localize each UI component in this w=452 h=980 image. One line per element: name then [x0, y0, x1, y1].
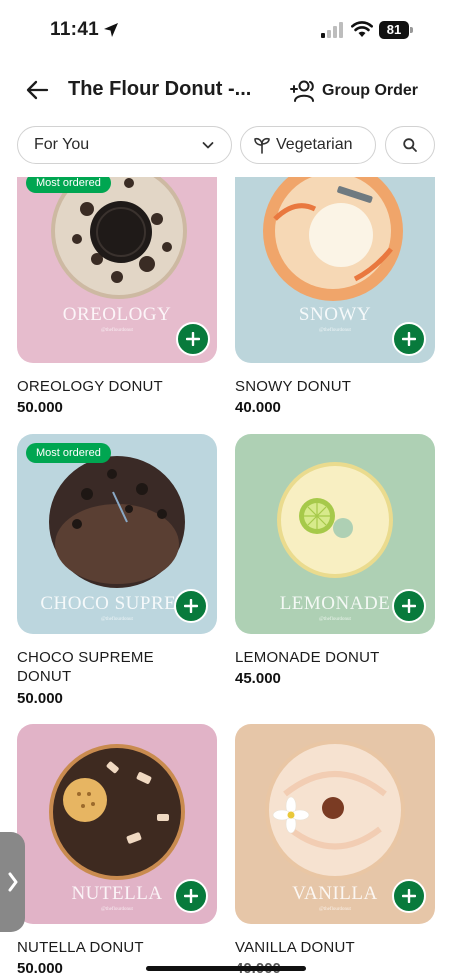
product-name: VANILLA DONUT — [235, 939, 355, 956]
add-to-cart-button[interactable] — [392, 589, 426, 623]
for-you-label: For You — [34, 136, 90, 153]
battery-level: 81 — [379, 21, 409, 39]
wifi-icon — [351, 21, 373, 37]
product-price: 40.000 — [235, 399, 281, 416]
search-button[interactable] — [385, 126, 435, 164]
chevron-down-icon — [202, 142, 214, 149]
product-card[interactable]: OREOLOGY @theflourdonut Most ordered ORE… — [17, 177, 217, 422]
product-price: 50.000 — [17, 690, 63, 707]
product-card[interactable]: VANILLA @theflourdonut VANILLA DONUT 40.… — [235, 724, 435, 980]
status-time: 11:41 — [50, 19, 100, 40]
battery-icon: 81 — [379, 21, 413, 39]
add-to-cart-button[interactable] — [392, 322, 426, 356]
header: The Flour Donut -... Group Order — [0, 66, 452, 116]
group-order-button[interactable]: Group Order — [290, 77, 418, 105]
plus-icon — [186, 332, 200, 346]
plus-icon — [184, 889, 198, 903]
product-name: NUTELLA DONUT — [17, 939, 144, 956]
product-name: LEMONADE DONUT — [235, 649, 380, 666]
add-to-cart-button[interactable] — [174, 589, 208, 623]
product-name: CHOCO SUPREME DONUT — [17, 649, 154, 685]
product-grid: OREOLOGY @theflourdonut Most ordered ORE… — [0, 177, 452, 980]
side-panel-handle[interactable] — [0, 832, 25, 932]
plus-icon — [402, 889, 416, 903]
vegetarian-label: Vegetarian — [276, 136, 353, 153]
most-ordered-badge: Most ordered — [26, 177, 111, 193]
battery-cap — [410, 27, 413, 33]
plus-icon — [184, 599, 198, 613]
product-card[interactable]: SNOWY @theflourdonut SNOWY DONUT 40.000 — [235, 177, 435, 422]
product-name: OREOLOGY DONUT — [17, 378, 163, 395]
sprout-icon — [254, 137, 270, 154]
page-title: The Flour Donut -... — [68, 78, 252, 100]
home-indicator[interactable] — [146, 966, 306, 971]
product-price: 50.000 — [17, 399, 63, 416]
most-ordered-badge: Most ordered — [26, 443, 111, 463]
group-order-label: Group Order — [322, 82, 419, 99]
back-arrow-icon[interactable] — [24, 76, 52, 104]
product-card[interactable]: LEMONADE @theflourdonut LEMONADE DONUT 4… — [235, 434, 435, 689]
group-add-icon — [290, 80, 314, 102]
vegetarian-filter[interactable]: Vegetarian — [240, 126, 376, 164]
product-price: 50.000 — [17, 960, 63, 977]
plus-icon — [402, 332, 416, 346]
search-icon — [403, 138, 417, 152]
chevron-right-icon — [8, 872, 17, 892]
for-you-dropdown[interactable]: For You — [17, 126, 232, 164]
product-card[interactable]: CHOCO SUPREM @theflourdonut Most ordered… — [17, 434, 217, 709]
location-arrow-icon — [104, 23, 118, 37]
product-name: SNOWY DONUT — [235, 378, 352, 395]
filter-bar: For You Vegetarian — [0, 126, 452, 166]
product-card[interactable]: NUTELLA @theflourdonut NUTELLA DONUT 50.… — [17, 724, 217, 980]
add-to-cart-button[interactable] — [176, 322, 210, 356]
product-price: 45.000 — [235, 670, 281, 687]
plus-icon — [402, 599, 416, 613]
status-bar: 11:41 81 — [0, 0, 452, 62]
add-to-cart-button[interactable] — [392, 879, 426, 913]
signal-icon — [321, 22, 343, 38]
add-to-cart-button[interactable] — [174, 879, 208, 913]
